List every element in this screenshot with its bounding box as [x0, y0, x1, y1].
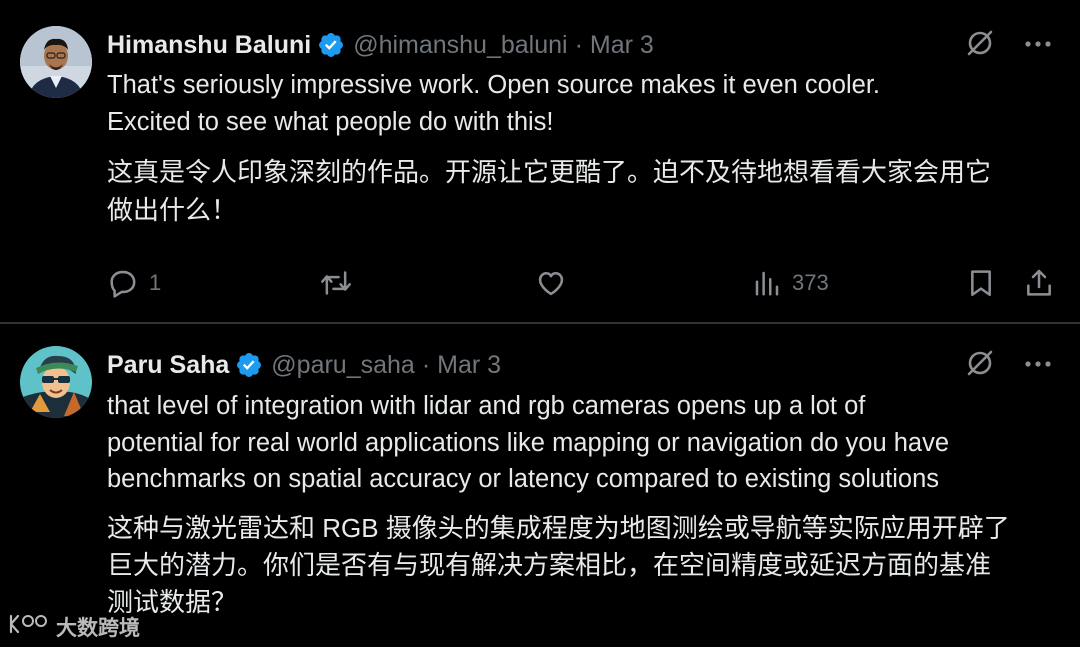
tweet-top-actions [964, 25, 1052, 65]
like-button[interactable] [535, 263, 567, 303]
separator: · [574, 30, 583, 59]
avatar[interactable] [20, 26, 92, 98]
reply-button[interactable]: 1 [107, 263, 161, 303]
watermark-text: 大数跨境 [56, 617, 140, 640]
reply-feed: Himanshu Baluni @himanshu_baluni · Mar 3… [0, 0, 1080, 647]
tweet-text-line: potential for real world applications li… [107, 428, 950, 457]
author-name[interactable]: Himanshu Baluni [107, 31, 311, 60]
author-handle[interactable]: @himanshu_baluni [353, 31, 567, 60]
separator: · [421, 350, 431, 379]
tweet-paru[interactable]: Paru Saha @paru_saha · Mar 3 that level … [0, 324, 1080, 647]
views-icon [752, 268, 782, 298]
tweet-translation: 这种与激光雷达和 RGB 摄像头的集成程度为地图测绘或导航等实际应用开辟了 巨大… [107, 510, 1057, 621]
author-name[interactable]: Paru Saha [107, 351, 229, 380]
verified-badge-icon [235, 351, 263, 379]
retweet-button[interactable] [319, 263, 353, 303]
tweet-translation: 这真是令人印象深刻的作品。开源让它更酷了。迫不及待地想看看大家会用它 做出什么！ [107, 153, 1057, 229]
tweet-text: that level of integration with lidar and… [107, 388, 1057, 498]
tweet-translation-line: 巨大的潜力。你们是否有与现有解决方案相比，在空间精度或延迟方面的基准 [107, 550, 992, 580]
view-count: 373 [792, 270, 829, 295]
tweet-top-actions [964, 345, 1052, 385]
watermark: 大数跨境 [8, 612, 140, 642]
bookmark-icon [965, 267, 997, 299]
tweet-himanshu[interactable]: Himanshu Baluni @himanshu_baluni · Mar 3… [0, 0, 1080, 323]
tweet-translation-line: 这真是令人印象深刻的作品。开源让它更酷了。迫不及待地想看看大家会用它 [107, 157, 992, 187]
watermark-logo-icon [8, 612, 50, 642]
views-button[interactable]: 373 [752, 263, 829, 303]
tweet-translation-line: 这种与激光雷达和 RGB 摄像头的集成程度为地图测绘或导航等实际应用开辟了 [107, 513, 1010, 543]
bookmark-button[interactable] [965, 263, 997, 303]
tweet-date[interactable]: Mar 3 [437, 351, 501, 380]
tweet-text: That's seriously impressive work. Open s… [107, 67, 1057, 140]
tweet-text-line: that level of integration with lidar and… [107, 392, 866, 420]
avatar[interactable] [20, 346, 92, 418]
author-handle[interactable]: @paru_saha [271, 351, 415, 380]
tweet-translation-line: 做出什么！ [107, 195, 238, 225]
grok-icon[interactable] [964, 347, 996, 384]
tweet-translation-line: 测试数据？ [107, 587, 238, 617]
reply-icon [107, 267, 139, 299]
more-icon[interactable] [1024, 36, 1052, 54]
more-icon[interactable] [1024, 356, 1052, 374]
reply-count: 1 [149, 270, 162, 295]
tweet-action-bar: 1 373 [107, 263, 1057, 303]
retweet-icon [319, 267, 353, 299]
tweet-text-line: Excited to see what people do with this! [107, 107, 554, 136]
share-icon [1023, 267, 1055, 299]
tweet-text-line: That's seriously impressive work. Open s… [107, 71, 881, 99]
grok-icon[interactable] [964, 27, 996, 64]
tweet-header: Himanshu Baluni @himanshu_baluni · Mar 3 [107, 25, 654, 65]
like-icon [535, 267, 567, 299]
tweet-header: Paru Saha @paru_saha · Mar 3 [107, 345, 501, 385]
tweet-date[interactable]: Mar 3 [590, 31, 654, 60]
verified-badge-icon [317, 31, 345, 59]
tweet-text-line: benchmarks on spatial accuracy or latenc… [107, 465, 939, 493]
share-button[interactable] [1023, 263, 1055, 303]
